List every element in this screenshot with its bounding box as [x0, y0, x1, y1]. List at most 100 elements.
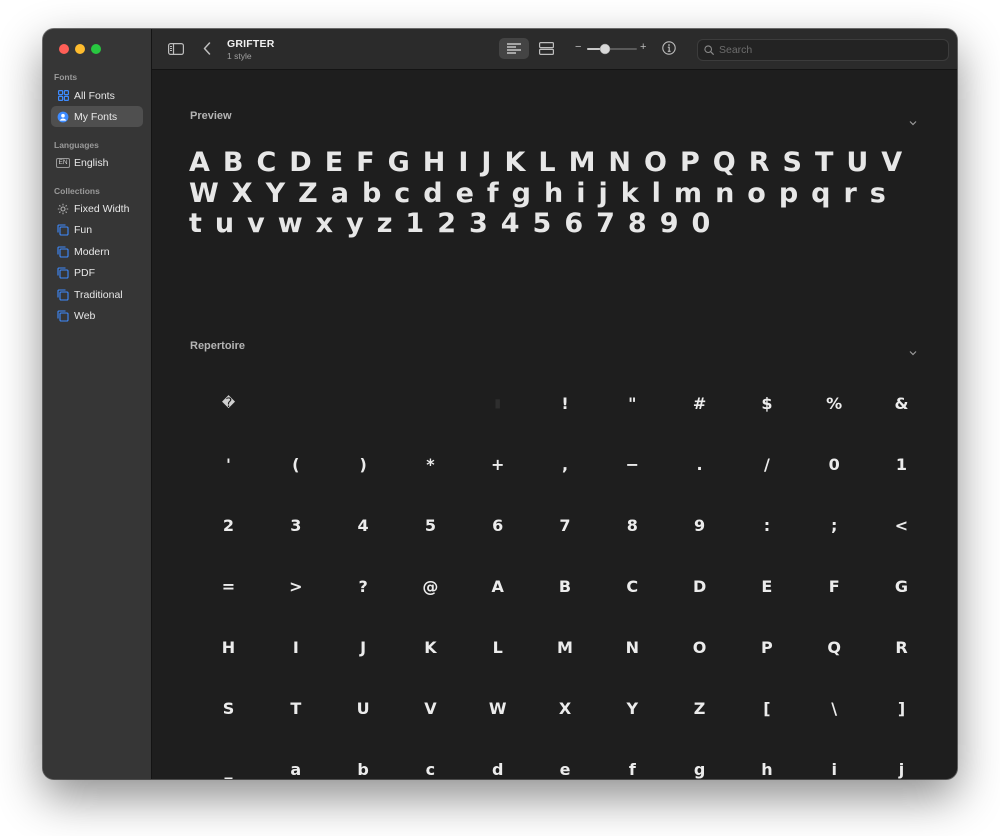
sidebar-item-fixed-width[interactable]: Fixed Width: [51, 198, 143, 219]
glyph-cell[interactable]: A: [464, 556, 531, 616]
glyph-cell[interactable]: .: [666, 434, 733, 494]
glyph-cell[interactable]: i: [801, 739, 868, 779]
glyph-cell[interactable]: 5: [397, 495, 464, 555]
glyph-cell[interactable]: :: [733, 495, 800, 555]
sidebar-toggle-button[interactable]: [168, 42, 185, 60]
glyph-cell[interactable]: ': [195, 434, 262, 494]
minimize-window-button[interactable]: [75, 44, 85, 54]
sidebar-item-english[interactable]: EN English: [51, 152, 143, 173]
glyph-cell[interactable]: @: [397, 556, 464, 616]
glyph-cell[interactable]: G: [868, 556, 935, 616]
repertoire-collapse-button[interactable]: [909, 343, 917, 361]
glyph-cell[interactable]: 2: [195, 495, 262, 555]
glyph-cell[interactable]: f: [599, 739, 666, 779]
glyph-cell[interactable]: $: [733, 373, 800, 433]
glyph-cell[interactable]: +: [464, 434, 531, 494]
glyph-cell[interactable]: J: [330, 617, 397, 677]
glyph-cell[interactable]: S: [195, 678, 262, 738]
glyph-cell[interactable]: 1: [868, 434, 935, 494]
glyph-cell[interactable]: %: [801, 373, 868, 433]
glyph-cell[interactable]: Z: [666, 678, 733, 738]
glyph-cell[interactable]: [: [733, 678, 800, 738]
glyph-cell[interactable]: E: [733, 556, 800, 616]
glyph-cell[interactable]: −: [599, 434, 666, 494]
glyph-cell[interactable]: [330, 373, 397, 433]
glyph-cell[interactable]: U: [330, 678, 397, 738]
glyph-cell[interactable]: D: [666, 556, 733, 616]
sidebar-item-my-fonts[interactable]: My Fonts: [51, 106, 143, 127]
glyph-cell[interactable]: d: [464, 739, 531, 779]
glyph-cell[interactable]: X: [532, 678, 599, 738]
glyph-cell[interactable]: a: [262, 739, 329, 779]
glyph-cell[interactable]: !: [532, 373, 599, 433]
glyph-cell[interactable]: ): [330, 434, 397, 494]
glyph-cell[interactable]: <: [868, 495, 935, 555]
glyph-cell[interactable]: ▮: [464, 373, 531, 433]
glyph-cell[interactable]: ]: [868, 678, 935, 738]
glyph-cell[interactable]: \: [801, 678, 868, 738]
glyph-cell[interactable]: h: [733, 739, 800, 779]
glyph-cell[interactable]: 8: [599, 495, 666, 555]
glyph-cell[interactable]: /: [733, 434, 800, 494]
glyph-cell[interactable]: N: [599, 617, 666, 677]
glyph-cell[interactable]: ;: [801, 495, 868, 555]
close-window-button[interactable]: [59, 44, 69, 54]
glyph-cell[interactable]: >: [262, 556, 329, 616]
glyph-cell[interactable]: _: [195, 739, 262, 779]
sidebar-item-traditional[interactable]: Traditional: [51, 284, 143, 305]
glyph-cell[interactable]: e: [532, 739, 599, 779]
glyph-cell[interactable]: g: [666, 739, 733, 779]
glyph-cell[interactable]: W: [464, 678, 531, 738]
sidebar-item-web[interactable]: Web: [51, 305, 143, 326]
glyph-cell[interactable]: R: [868, 617, 935, 677]
sidebar-item-fun[interactable]: Fun: [51, 219, 143, 240]
glyph-cell[interactable]: P: [733, 617, 800, 677]
glyph-cell[interactable]: 9: [666, 495, 733, 555]
glyph-cell[interactable]: V: [397, 678, 464, 738]
sidebar-item-all-fonts[interactable]: All Fonts: [51, 85, 143, 106]
glyph-cell[interactable]: #: [666, 373, 733, 433]
glyph-cell[interactable]: C: [599, 556, 666, 616]
glyph-cell[interactable]: *: [397, 434, 464, 494]
search-input[interactable]: [719, 44, 929, 56]
glyph-cell[interactable]: 7: [532, 495, 599, 555]
size-slider[interactable]: [586, 42, 638, 56]
zoom-window-button[interactable]: [91, 44, 101, 54]
sidebar-item-modern[interactable]: Modern: [51, 241, 143, 262]
glyph-cell[interactable]: [262, 373, 329, 433]
glyph-cell[interactable]: 0: [801, 434, 868, 494]
glyph-cell[interactable]: Q: [801, 617, 868, 677]
glyph-cell[interactable]: ?: [330, 556, 397, 616]
glyph-cell[interactable]: B: [532, 556, 599, 616]
glyph-cell[interactable]: 6: [464, 495, 531, 555]
search-field[interactable]: [697, 39, 949, 61]
sidebar-item-pdf[interactable]: PDF: [51, 262, 143, 283]
glyph-cell[interactable]: T: [262, 678, 329, 738]
glyph-cell[interactable]: &: [868, 373, 935, 433]
glyph-cell[interactable]: [397, 373, 464, 433]
glyph-cell[interactable]: �: [195, 373, 262, 433]
size-decrease-button[interactable]: −: [575, 41, 581, 53]
glyph-cell[interactable]: M: [532, 617, 599, 677]
info-button[interactable]: [662, 41, 676, 60]
sample-view-button[interactable]: [499, 38, 529, 59]
glyph-cell[interactable]: F: [801, 556, 868, 616]
glyph-cell[interactable]: O: [666, 617, 733, 677]
size-increase-button[interactable]: +: [640, 41, 646, 53]
glyph-cell[interactable]: 4: [330, 495, 397, 555]
glyph-cell[interactable]: L: [464, 617, 531, 677]
glyph-cell[interactable]: H: [195, 617, 262, 677]
glyph-cell[interactable]: (: [262, 434, 329, 494]
glyph-cell[interactable]: b: [330, 739, 397, 779]
glyph-cell[interactable]: I: [262, 617, 329, 677]
glyph-cell[interactable]: =: [195, 556, 262, 616]
glyph-cell[interactable]: Y: [599, 678, 666, 738]
glyph-cell[interactable]: j: [868, 739, 935, 779]
preview-collapse-button[interactable]: [909, 113, 917, 131]
glyph-cell[interactable]: 3: [262, 495, 329, 555]
back-button[interactable]: [203, 42, 211, 60]
glyph-cell[interactable]: c: [397, 739, 464, 779]
glyph-cell[interactable]: ,: [532, 434, 599, 494]
info-grid-view-button[interactable]: [531, 38, 561, 59]
glyph-cell[interactable]: K: [397, 617, 464, 677]
